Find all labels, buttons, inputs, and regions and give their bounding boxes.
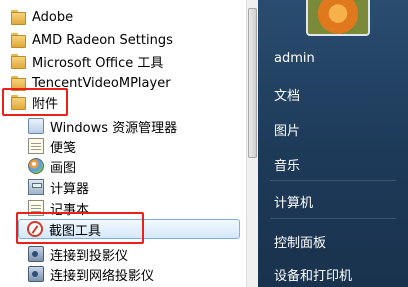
snipping-tool-icon — [27, 221, 43, 237]
folder-icon — [10, 32, 26, 48]
folder-label: TencentVideoMPlayer — [32, 75, 171, 91]
folder-icon — [10, 94, 26, 110]
app-sticky-notes[interactable]: 便笺 — [0, 136, 250, 156]
network-projector-icon — [28, 266, 44, 282]
app-label: 便笺 — [50, 140, 77, 156]
user-avatar[interactable] — [306, 0, 370, 36]
folder-tencentvideomplayer[interactable]: TencentVideoMPlayer — [10, 73, 260, 93]
menu-separator — [270, 180, 396, 181]
app-label: 连接到投影仪 — [50, 248, 129, 264]
menu-item-label: 计算机 — [274, 195, 314, 211]
folder-microsoft-office-tools[interactable]: Microsoft Office 工具 — [10, 51, 260, 71]
folder-icon — [10, 75, 26, 91]
menu-user-folder[interactable]: admin — [258, 46, 408, 70]
menu-devices-and-printers[interactable]: 设备和打印机 — [258, 262, 408, 286]
menu-item-label: 设备和打印机 — [274, 268, 353, 284]
app-label: 画图 — [50, 160, 77, 176]
app-connect-to-network-projector[interactable]: 连接到网络投影仪 — [0, 264, 250, 284]
projector-icon — [28, 246, 44, 262]
programs-list-pane: Adobe AMD Radeon Settings Microsoft Offi… — [0, 0, 258, 287]
notepad-icon — [28, 200, 44, 216]
scrollbar-thumb[interactable] — [248, 8, 257, 158]
app-label: 截图工具 — [49, 223, 102, 239]
app-notepad[interactable]: 记事本 — [0, 198, 250, 218]
app-connect-to-projector[interactable]: 连接到投影仪 — [0, 244, 250, 264]
menu-separator — [270, 218, 396, 219]
start-menu-right-pane: admin 文档 图片 音乐 计算机 控制面板 设备和打印机 — [258, 0, 408, 287]
sticky-notes-icon — [28, 138, 44, 154]
folder-label: Adobe — [32, 9, 74, 25]
calculator-icon — [28, 179, 44, 195]
programs-scrollbar[interactable] — [246, 0, 258, 287]
menu-item-label: admin — [274, 50, 315, 66]
paint-icon — [28, 158, 44, 174]
menu-item-label: 文档 — [274, 88, 301, 104]
folder-icon — [10, 53, 26, 69]
menu-item-label: 图片 — [274, 123, 301, 139]
folder-icon — [10, 9, 26, 25]
menu-pictures[interactable]: 图片 — [258, 117, 408, 141]
folder-label: Microsoft Office 工具 — [32, 55, 164, 71]
menu-control-panel[interactable]: 控制面板 — [258, 229, 408, 253]
app-label: 记事本 — [50, 202, 90, 218]
folder-label: AMD Radeon Settings — [32, 32, 173, 48]
menu-item-label: 控制面板 — [274, 235, 327, 251]
app-label: Windows 资源管理器 — [50, 120, 178, 136]
app-label: 计算器 — [50, 181, 90, 197]
app-windows-explorer[interactable]: Windows 资源管理器 — [0, 116, 250, 136]
menu-documents[interactable]: 文档 — [258, 82, 408, 106]
folder-accessories[interactable]: 附件 — [10, 92, 260, 112]
app-snipping-tool[interactable]: 截图工具 — [18, 219, 240, 239]
menu-music[interactable]: 音乐 — [258, 152, 408, 176]
folder-amd-radeon-settings[interactable]: AMD Radeon Settings — [10, 30, 260, 50]
menu-item-label: 音乐 — [274, 158, 301, 174]
menu-computer[interactable]: 计算机 — [258, 189, 408, 213]
folder-adobe[interactable]: Adobe — [10, 7, 260, 27]
app-paint[interactable]: 画图 — [0, 156, 250, 176]
app-label: 连接到网络投影仪 — [50, 268, 155, 284]
folder-label: 附件 — [32, 96, 59, 112]
app-calculator[interactable]: 计算器 — [0, 177, 250, 197]
windows-explorer-icon — [28, 118, 44, 134]
